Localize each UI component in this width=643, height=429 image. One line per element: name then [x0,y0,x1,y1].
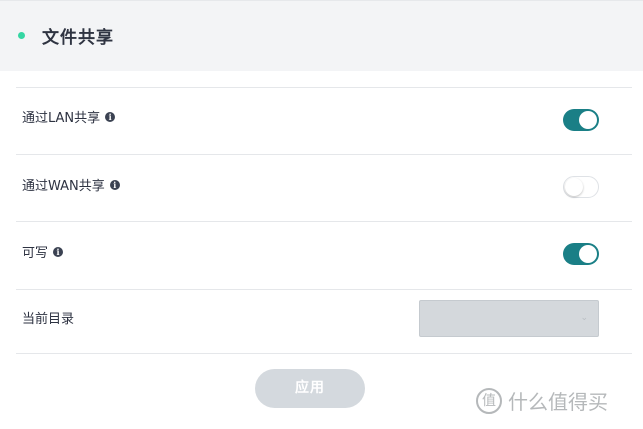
current-dir-row: 当前目录 [22,308,74,327]
lan-share-toggle[interactable] [563,109,599,131]
setting-wan-share: 通过WAN共享 i [22,175,120,194]
divider [16,353,632,354]
setting-label: 通过LAN共享 [22,111,101,126]
watermark-text: 什么值得买 [508,390,608,414]
status-dot-icon [18,32,25,39]
divider [16,87,632,88]
divider [16,154,632,155]
toggle-knob [565,178,583,196]
wan-share-toggle[interactable] [563,176,599,198]
setting-label: 可写 [22,246,49,261]
toggle-knob [579,245,597,263]
info-icon[interactable]: i [105,111,116,122]
current-dir-label: 当前目录 [22,312,75,327]
watermark-logo-icon: 值 [476,387,502,414]
info-icon[interactable]: i [53,246,64,257]
page-title: 文件共享 [42,28,114,48]
setting-label: 通过WAN共享 [22,179,105,194]
divider [16,289,632,290]
setting-writable: 可写 i [22,242,64,261]
divider [16,221,632,222]
info-icon[interactable]: i [109,179,120,190]
setting-lan-share: 通过LAN共享 i [22,107,116,126]
apply-button[interactable]: 应用 [255,369,365,408]
toggle-knob [579,111,597,129]
panel-header: 文件共享 [0,1,643,71]
writable-toggle[interactable] [563,243,599,265]
chevron-down-icon: ⌄ [580,313,588,323]
current-dir-select[interactable]: ⌄ [419,300,599,337]
watermark: 值 什么值得买 [476,386,608,415]
